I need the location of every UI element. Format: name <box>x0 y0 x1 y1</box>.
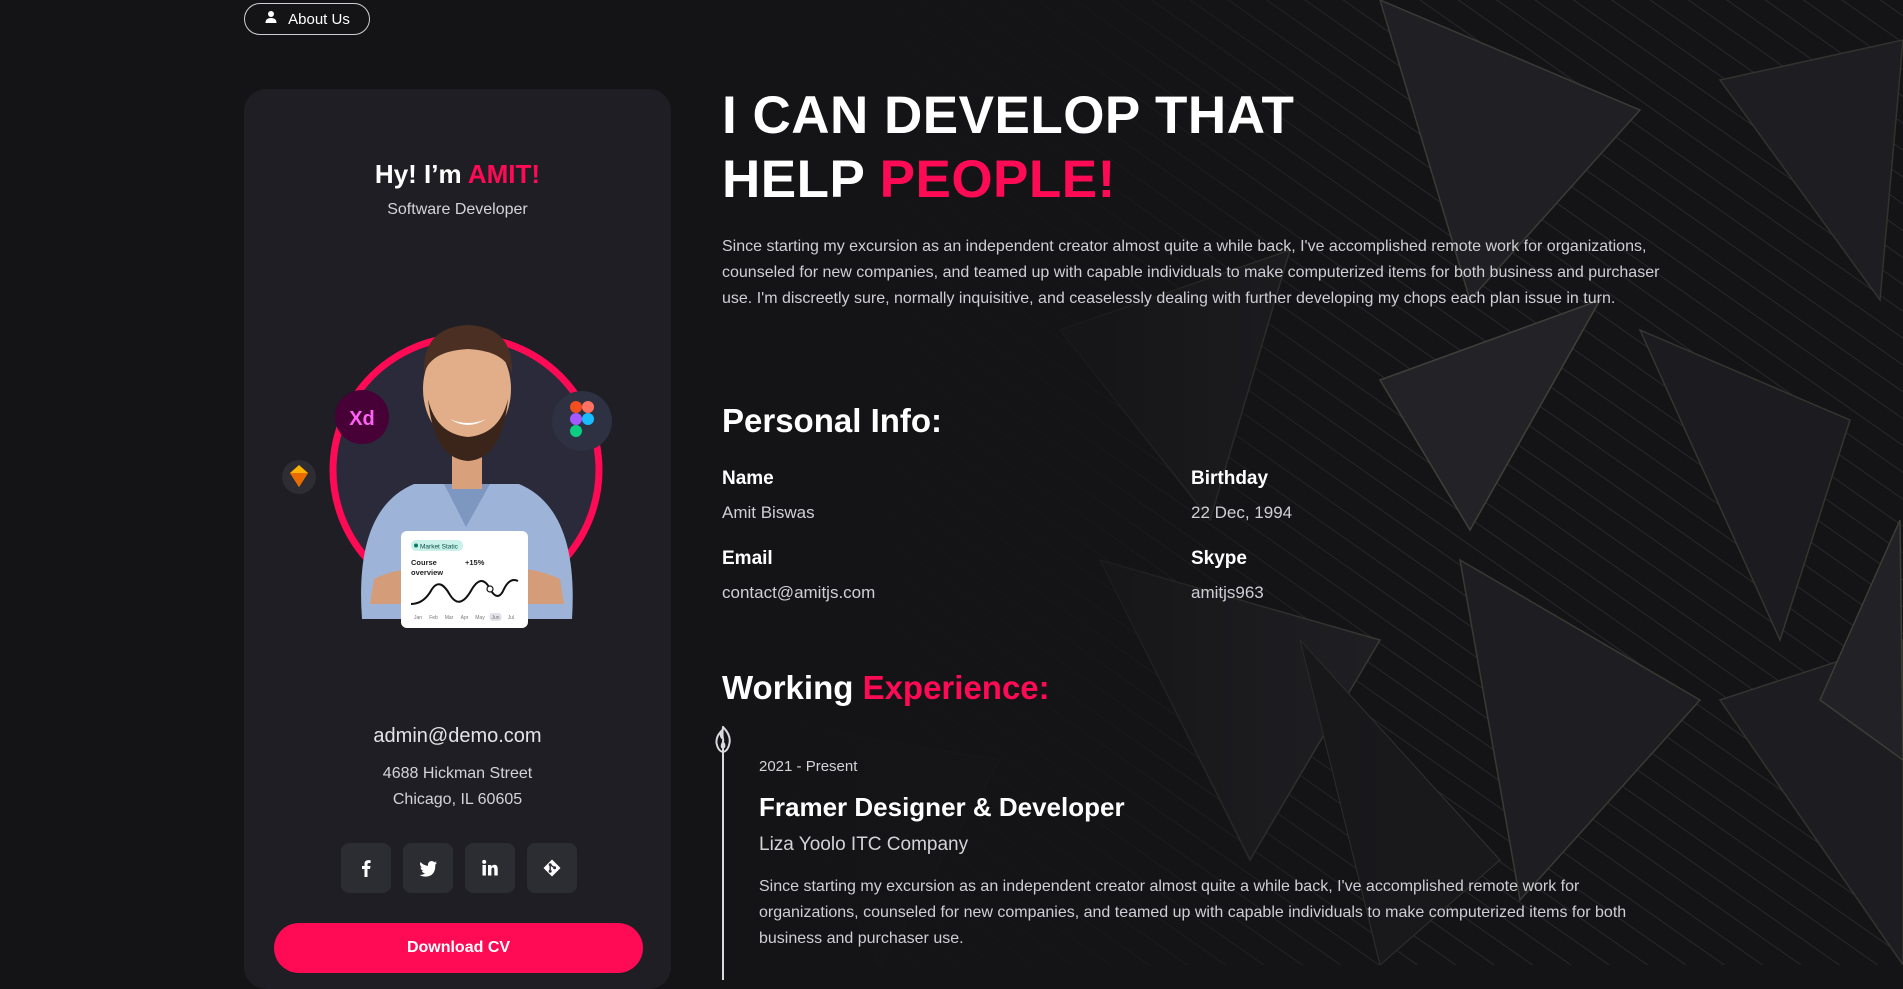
experience-title-accent: Experience: <box>862 669 1050 706</box>
greeting: Hy! I’m AMIT! <box>244 159 671 190</box>
hero-intro: Since starting my excursion as an indepe… <box>722 238 1660 307</box>
greeting-prefix: Hy! I’m <box>374 159 468 189</box>
course-overview-widget: Market Static Course overview +15% Jan Fe… <box>401 531 528 628</box>
linkedin-icon <box>482 859 498 876</box>
social-links <box>341 843 577 893</box>
widget-month-label: Mar <box>445 615 454 621</box>
widget-title-2: overview <box>411 568 443 577</box>
linkedin-button[interactable] <box>465 843 515 893</box>
hero-line-2-accent: PEOPLE! <box>879 150 1116 209</box>
name-label: Name <box>722 468 774 489</box>
widget-month-label: Feb <box>429 615 438 621</box>
git-icon <box>543 859 561 877</box>
experience-company: Liza Yoolo ITC Company <box>759 834 969 855</box>
email-value[interactable]: contact@amitjs.com <box>722 583 875 603</box>
address-line-1: 4688 Hickman Street <box>382 765 533 782</box>
about-us-label: About Us <box>288 10 350 28</box>
hero-line-1: I CAN DEVELOP THAT <box>722 86 1295 145</box>
skype-value: amitjs963 <box>1191 583 1264 602</box>
greeting-name: AMIT! <box>467 159 541 189</box>
about-us-button[interactable]: About Us <box>244 3 370 35</box>
profile-card: Hy! I’m AMIT! Software Developer Xd Mark… <box>244 89 671 989</box>
widget-month-label: Jul <box>508 615 514 621</box>
twitter-icon <box>419 861 437 877</box>
skype-label: Skype <box>1191 548 1247 569</box>
xd-icon: Xd <box>335 390 389 444</box>
facebook-button[interactable] <box>341 843 391 893</box>
timeline-line <box>722 740 724 980</box>
widget-change: +15% <box>465 558 485 567</box>
experience-period: 2021 - Present <box>759 758 858 775</box>
experience-description: Since starting my excursion as an indepe… <box>759 878 1627 947</box>
experience-job-title: Framer Designer & Developer <box>759 792 1125 822</box>
widget-title-1: Course <box>411 558 437 567</box>
profile-email[interactable]: admin@demo.com <box>244 725 671 748</box>
birthday-label: Birthday <box>1191 468 1269 489</box>
widget-badge: Market Static <box>420 544 459 551</box>
twitter-button[interactable] <box>403 843 453 893</box>
sketch-icon <box>282 460 316 494</box>
address-line-2: Chicago, IL 60605 <box>392 791 523 808</box>
profile-portrait: Xd Market Static Course overview +15% Ja… <box>244 259 671 639</box>
facebook-icon <box>362 860 371 877</box>
hero-line-2-prefix: HELP <box>722 150 880 209</box>
svg-text:Xd: Xd <box>349 408 375 430</box>
download-cv-button[interactable]: Download CV <box>274 923 643 973</box>
experience-title-prefix: Working <box>722 669 863 706</box>
experience-title: Working Experience: <box>722 669 1050 707</box>
widget-month-label: May <box>475 615 485 621</box>
figma-icon <box>552 391 612 451</box>
email-label: Email <box>722 548 773 569</box>
birthday-value: 22 Dec, 1994 <box>1191 503 1293 522</box>
flame-icon <box>715 726 731 754</box>
name-value: Amit Biswas <box>722 503 815 522</box>
widget-month-label: Jan <box>414 615 422 621</box>
git-button[interactable] <box>527 843 577 893</box>
hero-line-2: HELP PEOPLE! <box>722 148 1294 212</box>
hero-headline: I CAN DEVELOP THAT HELP PEOPLE! <box>722 84 1294 212</box>
user-icon <box>264 10 278 28</box>
profile-role: Software Developer <box>387 201 528 218</box>
widget-month-label: Apr <box>461 615 469 621</box>
widget-month-label: Jun <box>491 615 499 621</box>
personal-info-title: Personal Info: <box>722 402 943 439</box>
